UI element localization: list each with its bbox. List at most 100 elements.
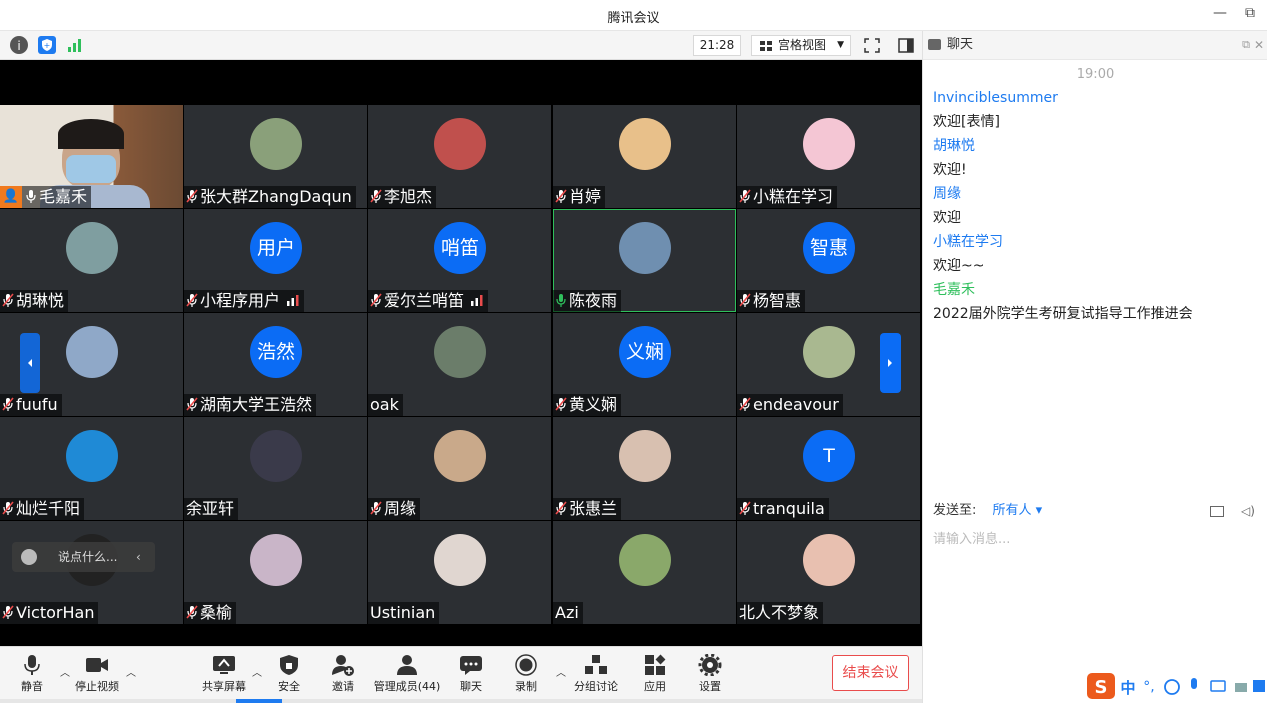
view-mode-dropdown[interactable]: 宫格视图 ▼ (751, 35, 851, 56)
participant-avatar (619, 430, 671, 482)
microphone-muted-icon (186, 189, 198, 203)
mute-button[interactable]: 静音 (14, 647, 50, 704)
chat-sender[interactable]: 毛嘉禾 (933, 279, 1263, 303)
participant-tile[interactable]: Azi (553, 521, 736, 624)
meeting-top-bar: i + 21:28 宫格视图 ▼ (0, 31, 922, 60)
chat-message-text: 欢迎[表情] (933, 114, 1000, 130)
participant-avatar: 智惠 (803, 222, 855, 274)
send-to-label: 发送至: (933, 503, 977, 518)
participant-tile[interactable]: 灿烂千阳 (0, 417, 183, 520)
participant-nameplate: oak (368, 394, 403, 416)
collapse-chevron-icon[interactable]: ‹ (136, 542, 141, 572)
participant-tile[interactable]: 浩然 湖南大学王浩然 (184, 313, 367, 416)
participant-tile[interactable]: 余亚轩 (184, 417, 367, 520)
participant-name: 张大群ZhangDaqun (200, 187, 352, 206)
chat-timestamp: 19:00 (1076, 67, 1115, 82)
host-icon: 👤 (0, 186, 22, 208)
microphone-muted-icon (739, 501, 751, 515)
mute-options-chevron-icon[interactable]: ︿ (60, 664, 70, 679)
info-icon[interactable]: i (10, 36, 28, 54)
chat-input[interactable]: 请输入消息... (933, 528, 1010, 547)
settings-button[interactable]: 设置 (695, 647, 725, 704)
record-options-chevron-icon[interactable]: ︿ (556, 664, 566, 679)
invite-button[interactable]: 邀请 (328, 647, 358, 704)
participant-tile[interactable]: 陈夜雨 (553, 209, 736, 312)
participant-tile[interactable]: Ttranquila (737, 417, 920, 520)
svg-text:+: + (44, 41, 51, 50)
bottom-toolbar: 静音 ︿ 停止视频 ︿ 共享屏幕 ︿ 安全 邀请 管理成员(44) 聊天 录制 … (0, 646, 922, 703)
participant-tile[interactable]: 义娴 黄义娴 (553, 313, 736, 416)
view-mode-label: 宫格视图 (778, 38, 827, 52)
record-button[interactable]: 录制 (511, 647, 541, 704)
participant-tile[interactable]: 周缘 (368, 417, 551, 520)
participant-tile[interactable]: 用户 小程序用户 (184, 209, 367, 312)
microphone-muted-icon (739, 397, 751, 411)
participant-tile[interactable]: 张惠兰 (553, 417, 736, 520)
participant-nameplate: 灿烂千阳 (0, 498, 85, 520)
breakout-rooms-button[interactable]: 分组讨论 (572, 647, 620, 704)
microphone-muted-icon (2, 397, 14, 411)
participant-avatar (434, 430, 486, 482)
chevron-down-icon: ▼ (837, 40, 844, 50)
microphone-muted-icon (2, 501, 14, 515)
participant-avatar (619, 222, 671, 274)
participant-tile[interactable]: 肖婷 (553, 105, 736, 208)
share-screen-button[interactable]: 共享屏幕 (200, 647, 248, 704)
chat-sender[interactable]: 小糕在学习 (933, 231, 1263, 255)
chat-sender[interactable]: 周缘 (933, 183, 1263, 207)
participant-name: 肖婷 (569, 187, 602, 206)
microphone-muted-icon (2, 605, 14, 619)
participant-avatar (66, 326, 118, 378)
chat-sender[interactable]: 胡琳悦 (933, 135, 1263, 159)
signal-icon[interactable] (66, 36, 84, 54)
next-page-button[interactable] (880, 333, 901, 393)
emoji-icon[interactable] (21, 549, 37, 565)
share-options-chevron-icon[interactable]: ︿ (252, 664, 262, 679)
minimize-button[interactable]: — (1210, 5, 1230, 21)
microphone-muted-icon (186, 397, 198, 411)
apps-button[interactable]: 应用 (640, 647, 670, 704)
participant-nameplate: 黄义娴 (553, 394, 622, 416)
participant-nameplate: 湖南大学王浩然 (184, 394, 317, 416)
participant-tile[interactable]: 哨笛 爱尔兰哨笛 (368, 209, 551, 312)
participant-name: 胡琳悦 (16, 291, 65, 310)
microphone-muted-icon (186, 293, 198, 307)
participant-tile[interactable]: 智惠 杨智惠 (737, 209, 920, 312)
participant-tile[interactable]: Ustinian (368, 521, 551, 624)
participant-tile[interactable]: VictorHan (0, 521, 183, 624)
participant-tile[interactable]: oak (368, 313, 551, 416)
participant-name: 周缘 (384, 499, 417, 518)
participant-tile[interactable]: 小糕在学习 (737, 105, 920, 208)
shield-icon[interactable]: + (38, 36, 56, 54)
participant-avatar (434, 534, 486, 586)
file-icon[interactable] (1210, 506, 1224, 517)
video-options-chevron-icon[interactable]: ︿ (126, 664, 136, 679)
speaker-icon[interactable]: ◁) (1241, 498, 1255, 524)
security-button[interactable]: 安全 (274, 647, 304, 704)
manage-members-button[interactable]: 管理成员(44) (372, 647, 442, 704)
participant-tile[interactable]: 北人不梦象 (737, 521, 920, 624)
participant-tile[interactable]: 桑榆 (184, 521, 367, 624)
participant-tile[interactable]: 李旭杰 (368, 105, 551, 208)
chat-sender[interactable]: Invinciblesummer (933, 87, 1263, 111)
restore-button[interactable]: ⧉ (1240, 5, 1260, 21)
end-meeting-button[interactable]: 结束会议 (832, 655, 909, 691)
svg-text:S: S (1095, 677, 1108, 698)
participant-name: 小糕在学习 (753, 187, 834, 206)
quick-chat-input[interactable]: 说点什么... (58, 542, 117, 572)
participant-tile[interactable]: 👤 毛嘉禾 (0, 105, 183, 208)
prev-page-button[interactable] (20, 333, 40, 393)
share-screen-icon (212, 654, 236, 676)
chat-header-icon (928, 39, 941, 50)
quick-chat-popup[interactable]: 说点什么... ‹ (12, 542, 155, 572)
sidebar-toggle-icon[interactable] (896, 36, 916, 55)
fullscreen-icon[interactable] (862, 36, 882, 55)
participant-tile[interactable]: 张大群ZhangDaqun (184, 105, 367, 208)
close-icon[interactable]: ✕ (1254, 31, 1264, 59)
participant-tile[interactable]: 胡琳悦 (0, 209, 183, 312)
participant-nameplate: 桑榆 (184, 602, 237, 624)
send-to-dropdown[interactable]: 所有人 ▾ (993, 503, 1043, 518)
chat-button[interactable]: 聊天 (456, 647, 486, 704)
popout-icon[interactable]: ⧉ (1242, 31, 1250, 59)
stop-video-button[interactable]: 停止视频 (72, 647, 122, 704)
